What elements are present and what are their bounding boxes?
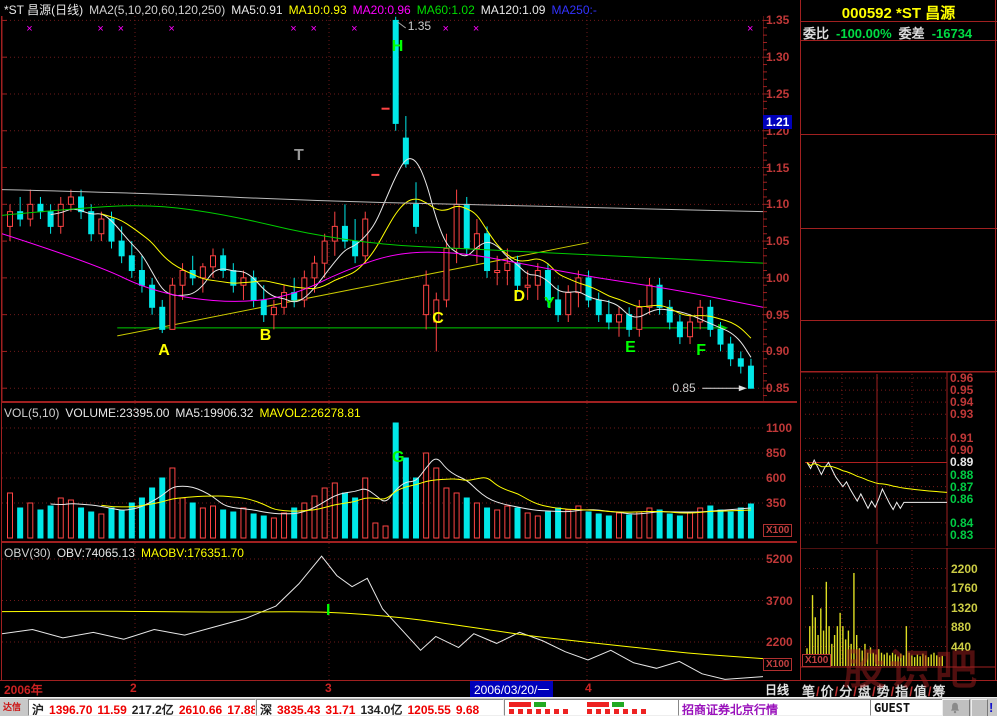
app-window: *ST 昌源(日线) MA2(5,10,20,60,120,250) MA5:0.9… xyxy=(0,0,997,716)
price-axis-label: 1.30 xyxy=(766,50,789,64)
date-axis: 2006年 2 3 2006/03/20/一 4 日线 笔/价/分/盘/势/指/… xyxy=(0,681,997,697)
price-tag: 1.21 xyxy=(763,115,792,129)
price-axis-label: 1.25 xyxy=(766,87,789,101)
axis-month-label: 4 xyxy=(585,681,592,695)
volume-header: VOL(5,10) VOLUME:23395.00 MA5:19906.32 MAVO… xyxy=(4,406,367,420)
weibi-label: 委比 xyxy=(803,26,829,41)
volume-chart[interactable] xyxy=(2,403,763,540)
index-quote-item: 217.2亿 xyxy=(132,703,174,716)
axis-year-label: 2006年 xyxy=(4,681,43,698)
panel-divider xyxy=(800,320,997,321)
panel-divider xyxy=(800,21,997,22)
status-bar: 达信 沪 1396.70 11.59 217.2亿 2610.66 17.88 深 3835… xyxy=(0,697,997,716)
price-axis-label: 0.95 xyxy=(766,308,789,322)
obv-legend-item: MAOBV:176351.70 xyxy=(141,546,244,560)
index-quote-item: 17.88 xyxy=(227,703,256,716)
index-quote-item: 深 xyxy=(260,703,272,716)
ma-legend-item: MA120:1.09 xyxy=(481,3,546,17)
obv-scale-unit: X100 xyxy=(763,658,792,671)
volume-scale-unit: X100 xyxy=(763,524,792,537)
signal-blocks-icon xyxy=(507,701,667,714)
weibi-value: -100.00% xyxy=(836,26,892,41)
spacer-button[interactable] xyxy=(971,699,988,716)
volume-axis-label: 1100 xyxy=(766,421,792,435)
shenzhen-index-field: 深 3835.43 31.71 134.0亿 1205.55 9.68 xyxy=(256,699,504,716)
stock-title: 000592 *ST 昌源 xyxy=(800,2,997,23)
index-quote-item: 134.0亿 xyxy=(360,703,402,716)
ma-legend-item: MA2(5,10,20,60,120,250) xyxy=(89,3,225,17)
obv-legend-item: OBV:74065.13 xyxy=(57,546,135,560)
price-axis-label: 0.90 xyxy=(766,344,789,358)
ma-legend-item: MA60:1.02 xyxy=(417,3,475,17)
ma-legend-item: MA20:0.96 xyxy=(353,3,411,17)
svg-text:1.35: 1.35 xyxy=(408,19,432,33)
chart-left-border xyxy=(1,16,2,680)
obv-chart[interactable] xyxy=(2,543,763,680)
obv-axis-label: 2200 xyxy=(766,635,793,649)
obv-header: OBV(30) OBV:74065.13 MAOBV:176351.70 xyxy=(4,546,250,560)
ma-legend-item: *ST 昌源(日线) xyxy=(4,3,83,17)
obv-legend-item: OBV(30) xyxy=(4,546,51,560)
index-quote-item: 31.71 xyxy=(325,703,355,716)
volume-axis-label: 850 xyxy=(766,446,786,460)
vol-legend-item: MA5:19906.32 xyxy=(175,406,253,420)
alert-exclamation-icon: ! xyxy=(989,700,993,715)
obv-axis-label: 3700 xyxy=(766,594,793,608)
panel-divider xyxy=(800,40,997,41)
shanghai-index-field: 沪 1396.70 11.59 217.2亿 2610.66 17.88 xyxy=(28,699,256,716)
intraday-volume-chart[interactable] xyxy=(801,548,996,668)
period-label: 日线 xyxy=(765,681,789,698)
alert-bell-button[interactable] xyxy=(942,699,970,716)
intraday-chart[interactable] xyxy=(801,372,996,546)
price-axis-label: 1.10 xyxy=(766,197,789,211)
vol-legend-item: MAVOL2:26278.81 xyxy=(259,406,360,420)
obv-axis-label: 5200 xyxy=(766,552,793,566)
index-quote-item: 9.68 xyxy=(456,703,479,716)
axis-month-label: 2 xyxy=(130,681,137,695)
broker-field: 招商证券北京行情 xyxy=(678,699,872,716)
price-axis-label: 1.35 xyxy=(766,13,789,27)
svg-text:0.85: 0.85 xyxy=(672,381,696,395)
candlestick-chart[interactable]: 1.35 0.85 xyxy=(2,16,763,402)
axis-month-label: 3 xyxy=(325,681,332,695)
index-quote-item: 1205.55 xyxy=(407,703,450,716)
index-quote-item: 2610.66 xyxy=(179,703,222,716)
username-field: GUEST xyxy=(870,699,944,716)
price-axis-label: 1.15 xyxy=(766,161,789,175)
price-axis-label: 0.85 xyxy=(766,381,789,395)
index-quote-item: 11.59 xyxy=(97,703,126,716)
weicha-value: -16734 xyxy=(932,26,972,41)
bell-icon xyxy=(948,701,962,715)
cursor-date-tag: 2006/03/20/一 xyxy=(470,681,553,698)
volume-axis-label: 350 xyxy=(766,496,786,510)
app-logo-icon: 达信 xyxy=(3,700,25,715)
vol-legend-item: VOLUME:23395.00 xyxy=(65,406,169,420)
panel-divider xyxy=(800,134,997,135)
ma-legend-item: MA250:- xyxy=(551,3,596,17)
index-quote-item: 3835.43 xyxy=(277,703,320,716)
price-axis-label: 1.00 xyxy=(766,271,789,285)
price-axis-label: 1.05 xyxy=(766,234,789,248)
ma-legend-item: MA10:0.93 xyxy=(289,3,347,17)
connection-signal-field xyxy=(504,699,680,716)
panel-divider xyxy=(800,228,997,229)
ma-legend-item: MA5:0.91 xyxy=(231,3,282,17)
volume-axis-label: 600 xyxy=(766,471,786,485)
vol-legend-item: VOL(5,10) xyxy=(4,406,59,420)
weicha-label: 委差 xyxy=(899,26,925,41)
index-quote-item: 沪 xyxy=(32,703,44,716)
index-quote-item: 1396.70 xyxy=(49,703,92,716)
